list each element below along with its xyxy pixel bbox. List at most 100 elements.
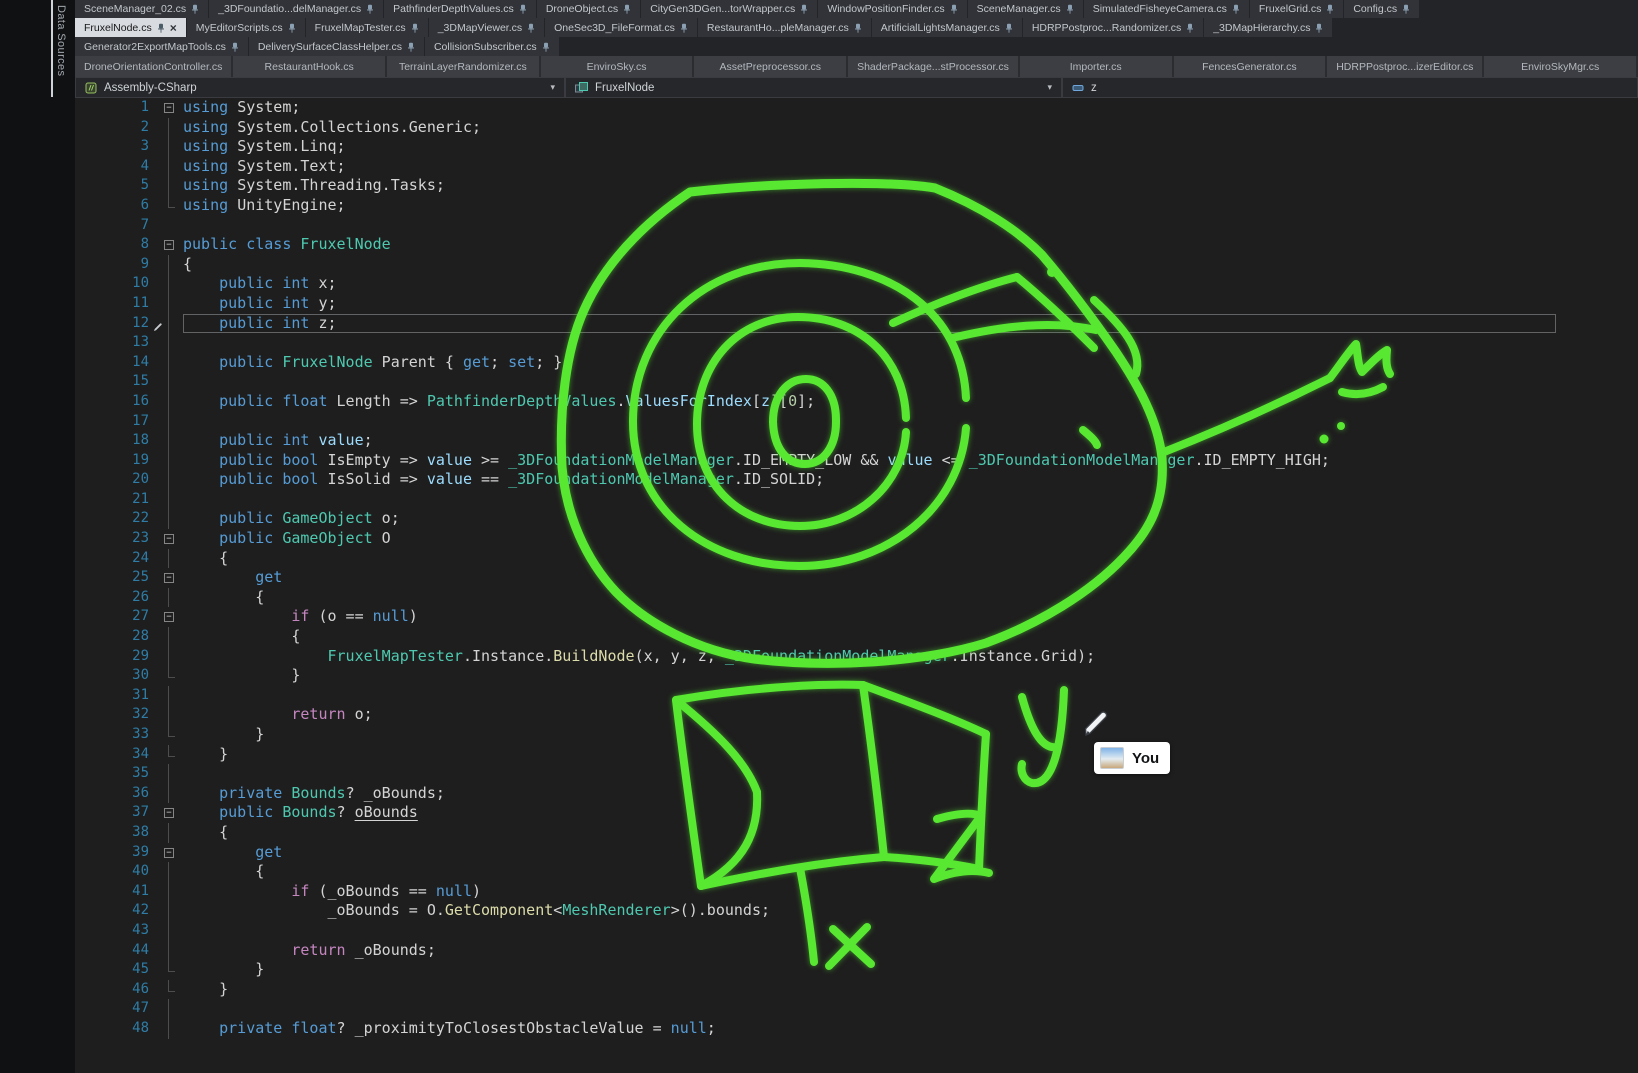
code-line-26[interactable]: 26 { bbox=[75, 588, 1638, 608]
collapse-region-icon[interactable]: − bbox=[164, 240, 174, 250]
code-line-44[interactable]: 44 return _oBounds; bbox=[75, 941, 1638, 961]
file-tab[interactable]: ShaderPackage...stProcessor.cs bbox=[848, 56, 1018, 77]
pin-icon[interactable] bbox=[411, 23, 419, 33]
code-line-20[interactable]: 20 public bool IsSolid => value == _3DFo… bbox=[75, 470, 1638, 490]
pin-icon[interactable] bbox=[527, 23, 535, 33]
file-tab[interactable]: EnviroSky.cs bbox=[541, 56, 693, 77]
tool-tab-data-sources[interactable]: Data Sources bbox=[55, 5, 67, 76]
file-tab[interactable]: WindowPositionFinder.cs bbox=[818, 0, 966, 18]
file-tab[interactable]: DroneOrientationController.cs bbox=[75, 56, 231, 77]
fold-gutter[interactable]: − bbox=[155, 607, 183, 627]
code-line-13[interactable]: 13 bbox=[75, 333, 1638, 353]
pin-icon[interactable] bbox=[407, 42, 415, 52]
collapse-region-icon[interactable]: − bbox=[164, 848, 174, 858]
file-tab[interactable]: DroneObject.cs bbox=[537, 0, 640, 18]
file-tab[interactable]: FruxelGrid.cs bbox=[1250, 0, 1343, 18]
fold-gutter[interactable]: − bbox=[155, 803, 183, 823]
code-line-38[interactable]: 38 { bbox=[75, 823, 1638, 843]
code-line-23[interactable]: 23− public GameObject O bbox=[75, 529, 1638, 549]
pin-icon[interactable] bbox=[542, 42, 550, 52]
file-tab[interactable]: TerrainLayerRandomizer.cs bbox=[387, 56, 539, 77]
code-line-30[interactable]: 30 } bbox=[75, 666, 1638, 686]
file-tab[interactable]: _3DFoundatio...delManager.cs bbox=[209, 0, 383, 18]
code-line-40[interactable]: 40 { bbox=[75, 862, 1638, 882]
code-line-45[interactable]: 45 } bbox=[75, 960, 1638, 980]
file-tab[interactable]: AssetPreprocessor.cs bbox=[694, 56, 846, 77]
code-line-2[interactable]: 2using System.Collections.Generic; bbox=[75, 118, 1638, 138]
code-line-19[interactable]: 19 public bool IsEmpty => value >= _3DFo… bbox=[75, 451, 1638, 471]
pin-icon[interactable] bbox=[1005, 23, 1013, 33]
code-line-3[interactable]: 3using System.Linq; bbox=[75, 137, 1638, 157]
pin-icon[interactable] bbox=[366, 4, 374, 14]
code-line-31[interactable]: 31 bbox=[75, 686, 1638, 706]
file-tab[interactable]: SimulatedFisheyeCamera.cs bbox=[1084, 0, 1249, 18]
file-tab[interactable]: DeliverySurfaceClassHelper.cs bbox=[249, 37, 424, 56]
member-dropdown[interactable]: z bbox=[1062, 77, 1638, 98]
code-line-41[interactable]: 41 if (_oBounds == null) bbox=[75, 882, 1638, 902]
file-tab[interactable]: PathfinderDepthValues.cs bbox=[384, 0, 536, 18]
code-line-17[interactable]: 17 bbox=[75, 412, 1638, 432]
code-line-16[interactable]: 16 public float Length => PathfinderDept… bbox=[75, 392, 1638, 412]
pin-icon[interactable] bbox=[950, 4, 958, 14]
file-tab[interactable]: SceneManager.cs bbox=[968, 0, 1083, 18]
code-line-12[interactable]: 12 public int z; bbox=[75, 314, 1638, 334]
fold-gutter[interactable]: − bbox=[155, 98, 183, 118]
file-tab[interactable]: _3DMapViewer.cs bbox=[429, 18, 544, 37]
code-line-28[interactable]: 28 { bbox=[75, 627, 1638, 647]
pin-icon[interactable] bbox=[519, 4, 527, 14]
code-line-48[interactable]: 48 private float? _proximityToClosestObs… bbox=[75, 1019, 1638, 1039]
code-line-4[interactable]: 4using System.Text; bbox=[75, 157, 1638, 177]
code-line-5[interactable]: 5using System.Threading.Tasks; bbox=[75, 176, 1638, 196]
pin-icon[interactable] bbox=[1232, 4, 1240, 14]
pin-icon[interactable] bbox=[854, 23, 862, 33]
code-line-10[interactable]: 10 public int x; bbox=[75, 274, 1638, 294]
collapse-region-icon[interactable]: − bbox=[164, 612, 174, 622]
code-line-47[interactable]: 47 bbox=[75, 999, 1638, 1019]
code-line-36[interactable]: 36 private Bounds? _oBounds; bbox=[75, 784, 1638, 804]
code-line-18[interactable]: 18 public int value; bbox=[75, 431, 1638, 451]
code-line-43[interactable]: 43 bbox=[75, 921, 1638, 941]
pin-icon[interactable] bbox=[800, 4, 808, 14]
file-tab[interactable]: ArtificialLightsManager.cs bbox=[872, 18, 1022, 37]
code-line-11[interactable]: 11 public int y; bbox=[75, 294, 1638, 314]
fold-gutter[interactable]: − bbox=[155, 568, 183, 588]
pin-icon[interactable] bbox=[680, 23, 688, 33]
file-tab[interactable]: OneSec3D_FileFormat.cs bbox=[545, 18, 697, 37]
file-tab[interactable]: RestaurantHo...pleManager.cs bbox=[698, 18, 871, 37]
fold-gutter[interactable]: − bbox=[155, 529, 183, 549]
file-tab[interactable]: Generator2ExportMapTools.cs bbox=[75, 37, 248, 56]
code-line-15[interactable]: 15 bbox=[75, 372, 1638, 392]
file-tab[interactable]: SceneManager_02.cs bbox=[75, 0, 208, 18]
code-line-35[interactable]: 35 bbox=[75, 764, 1638, 784]
code-line-39[interactable]: 39− get bbox=[75, 843, 1638, 863]
code-line-25[interactable]: 25− get bbox=[75, 568, 1638, 588]
fold-gutter[interactable]: − bbox=[155, 843, 183, 863]
code-line-1[interactable]: 1−using System; bbox=[75, 98, 1638, 118]
code-line-22[interactable]: 22 public GameObject o; bbox=[75, 509, 1638, 529]
file-tab[interactable]: HDRPPostproc...izerEditor.cs bbox=[1327, 56, 1482, 77]
code-line-29[interactable]: 29 FruxelMapTester.Instance.BuildNode(x,… bbox=[75, 647, 1638, 667]
code-line-46[interactable]: 46 } bbox=[75, 980, 1638, 1000]
code-line-7[interactable]: 7 bbox=[75, 216, 1638, 236]
type-dropdown[interactable]: FruxelNode ▾ bbox=[565, 77, 1062, 98]
code-line-33[interactable]: 33 } bbox=[75, 725, 1638, 745]
code-line-6[interactable]: 6using UnityEngine; bbox=[75, 196, 1638, 216]
pin-icon[interactable] bbox=[288, 23, 296, 33]
fold-gutter[interactable]: − bbox=[155, 235, 183, 255]
pin-icon[interactable] bbox=[1326, 4, 1334, 14]
code-line-8[interactable]: 8−public class FruxelNode bbox=[75, 235, 1638, 255]
file-tab[interactable]: Importer.cs bbox=[1020, 56, 1172, 77]
collapse-region-icon[interactable]: − bbox=[164, 808, 174, 818]
code-line-32[interactable]: 32 return o; bbox=[75, 705, 1638, 725]
code-line-27[interactable]: 27− if (o == null) bbox=[75, 607, 1638, 627]
splitter[interactable] bbox=[51, 0, 53, 97]
file-tab[interactable]: EnviroSkyMgr.cs bbox=[1484, 56, 1636, 77]
file-tab[interactable]: CityGen3DGen...torWrapper.cs bbox=[641, 0, 817, 18]
code-line-37[interactable]: 37− public Bounds? oBounds bbox=[75, 803, 1638, 823]
file-tab[interactable]: FruxelNode.cs× bbox=[75, 18, 186, 37]
file-tab[interactable]: HDRPPostproc...Randomizer.cs bbox=[1023, 18, 1203, 37]
file-tab[interactable]: FencesGenerator.cs bbox=[1174, 56, 1326, 77]
code-line-21[interactable]: 21 bbox=[75, 490, 1638, 510]
file-tab[interactable]: _3DMapHierarchy.cs bbox=[1204, 18, 1332, 37]
project-dropdown[interactable]: Assembly-CSharp ▾ bbox=[75, 77, 565, 98]
